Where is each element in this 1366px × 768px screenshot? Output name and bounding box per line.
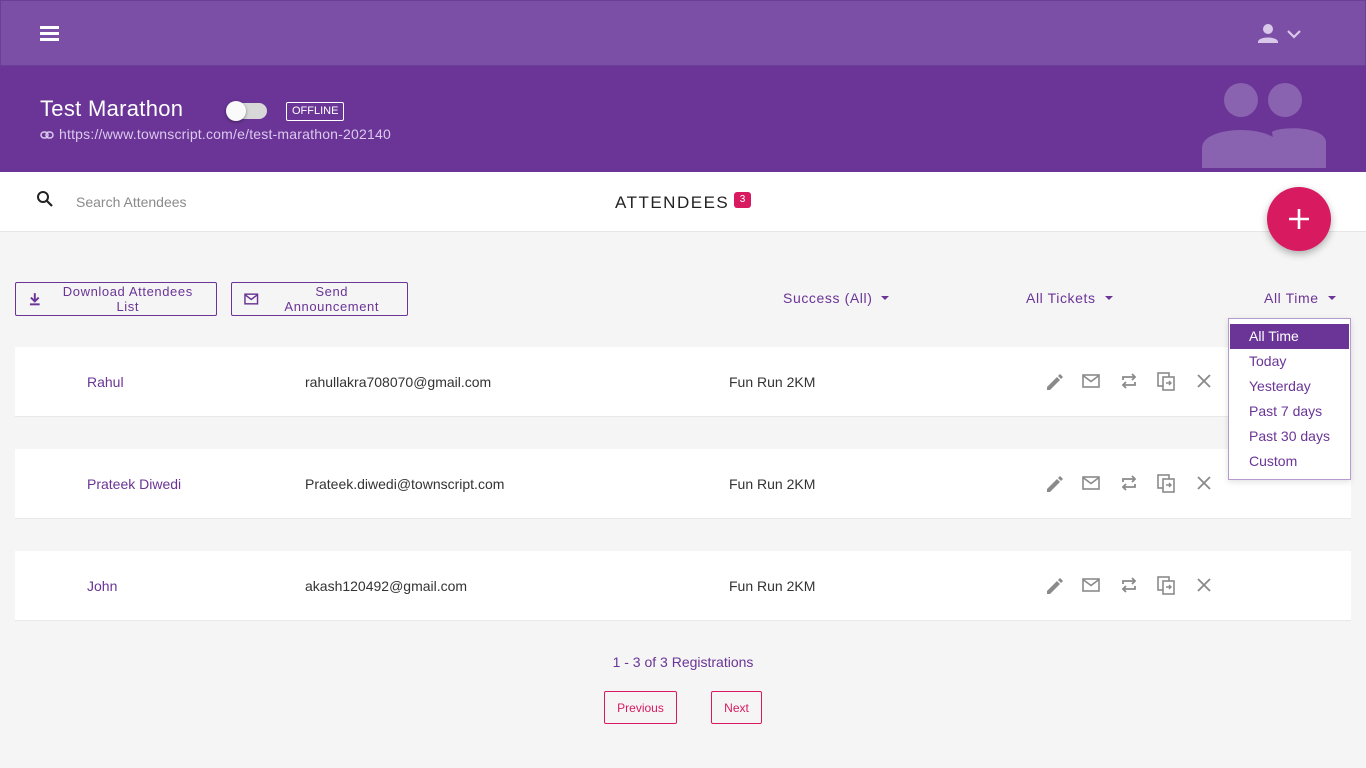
plus-icon: [1289, 209, 1309, 229]
transfer-icon: [1121, 577, 1137, 593]
download-icon: [29, 293, 40, 306]
add-attendee-button[interactable]: [1267, 187, 1331, 251]
close-icon: [1197, 374, 1211, 388]
transfer-button[interactable]: [1118, 472, 1140, 494]
time-option[interactable]: Past 30 days: [1229, 424, 1350, 449]
cancel-registration-button[interactable]: [1193, 574, 1215, 596]
copy-icon: [1157, 372, 1175, 391]
search-bar: ATTENDEES 3: [0, 172, 1366, 232]
email-button[interactable]: [1080, 574, 1102, 596]
attendee-email: akash120492@gmail.com: [305, 578, 468, 594]
cancel-registration-button[interactable]: [1193, 370, 1215, 392]
event-url[interactable]: https://www.townscript.com/e/test-marath…: [40, 126, 391, 142]
edit-button[interactable]: [1043, 370, 1065, 392]
mail-icon: [1082, 374, 1100, 388]
edit-button[interactable]: [1043, 472, 1065, 494]
download-attendees-button[interactable]: Download Attendees List: [15, 282, 217, 316]
attendee-ticket: Fun Run 2KM: [729, 476, 816, 492]
previous-button[interactable]: Previous: [604, 691, 677, 724]
announce-label: Send Announcement: [284, 284, 380, 314]
time-filter-menu: All Time Today Yesterday Past 7 days Past 30…: [1228, 318, 1351, 480]
status-badge: OFFLINE: [286, 102, 345, 121]
caret-down-icon: [881, 296, 890, 300]
status-filter-label: Success (All): [783, 290, 873, 306]
search-icon: [37, 191, 53, 207]
chevron-down-icon: [1287, 30, 1301, 39]
close-icon: [1197, 476, 1211, 490]
time-filter-label: All Time: [1264, 290, 1319, 306]
caret-down-icon: [1327, 296, 1336, 300]
event-url-text: https://www.townscript.com/e/test-marath…: [59, 126, 391, 142]
send-announcement-button[interactable]: Send Announcement: [231, 282, 408, 316]
time-option[interactable]: Custom: [1229, 449, 1350, 474]
close-icon: [1197, 578, 1211, 592]
group-icon: [1202, 83, 1326, 168]
attendee-ticket: Fun Run 2KM: [729, 374, 816, 390]
cancel-registration-button[interactable]: [1193, 472, 1215, 494]
link-icon: [40, 131, 54, 140]
time-option[interactable]: Today: [1229, 349, 1350, 374]
transfer-icon: [1121, 475, 1137, 491]
mail-icon: [244, 293, 259, 305]
copy-button[interactable]: [1155, 472, 1177, 494]
copy-icon: [1157, 576, 1175, 595]
download-label: Download Attendees List: [62, 284, 193, 314]
account-menu[interactable]: [1253, 19, 1307, 49]
attendee-row: John akash120492@gmail.com Fun Run 2KM: [15, 551, 1351, 621]
event-header: Test Marathon OFFLINE https://www.townsc…: [0, 66, 1366, 172]
time-option[interactable]: Yesterday: [1229, 374, 1350, 399]
edit-button[interactable]: [1043, 574, 1065, 596]
transfer-icon: [1121, 373, 1137, 389]
attendee-name[interactable]: Rahul: [87, 374, 124, 390]
attendees-title: ATTENDEES: [615, 193, 730, 212]
top-app-bar: [0, 0, 1366, 66]
event-title: Test Marathon: [40, 96, 184, 121]
next-button[interactable]: Next: [711, 691, 762, 724]
caret-down-icon: [1104, 296, 1113, 300]
time-option[interactable]: Past 7 days: [1229, 399, 1350, 424]
attendee-name[interactable]: John: [87, 578, 117, 594]
copy-button[interactable]: [1155, 370, 1177, 392]
search-input[interactable]: [76, 191, 376, 213]
menu-icon[interactable]: [37, 21, 63, 47]
attendee-row: Rahul rahullakra708070@gmail.com Fun Run 2…: [15, 347, 1351, 417]
attendee-name[interactable]: Prateek Diwedi: [87, 476, 181, 492]
copy-icon: [1157, 474, 1175, 493]
time-filter-dropdown[interactable]: All Time: [1264, 290, 1337, 306]
tickets-filter-label: All Tickets: [1026, 290, 1096, 306]
mail-icon: [1082, 476, 1100, 490]
time-option[interactable]: All Time: [1230, 324, 1349, 349]
attendee-ticket: Fun Run 2KM: [729, 578, 816, 594]
online-toggle[interactable]: [226, 101, 267, 121]
attendee-email: Prateek.diwedi@townscript.com: [305, 476, 505, 492]
copy-button[interactable]: [1155, 574, 1177, 596]
transfer-button[interactable]: [1118, 574, 1140, 596]
attendee-row: Prateek Diwedi Prateek.diwedi@townscript.…: [15, 449, 1351, 519]
attendee-email: rahullakra708070@gmail.com: [305, 374, 492, 390]
edit-icon: [1047, 374, 1063, 390]
transfer-button[interactable]: [1118, 370, 1140, 392]
mail-icon: [1082, 578, 1100, 592]
email-button[interactable]: [1080, 370, 1102, 392]
attendees-count-badge: 3: [734, 192, 751, 208]
edit-icon: [1047, 578, 1063, 594]
tickets-filter-dropdown[interactable]: All Tickets: [1026, 290, 1114, 306]
account-icon: [1258, 24, 1278, 43]
pagination-info: 1 - 3 of 3 Registrations: [612, 654, 754, 670]
edit-icon: [1047, 476, 1063, 492]
status-filter-dropdown[interactable]: Success (All): [783, 290, 890, 306]
email-button[interactable]: [1080, 472, 1102, 494]
